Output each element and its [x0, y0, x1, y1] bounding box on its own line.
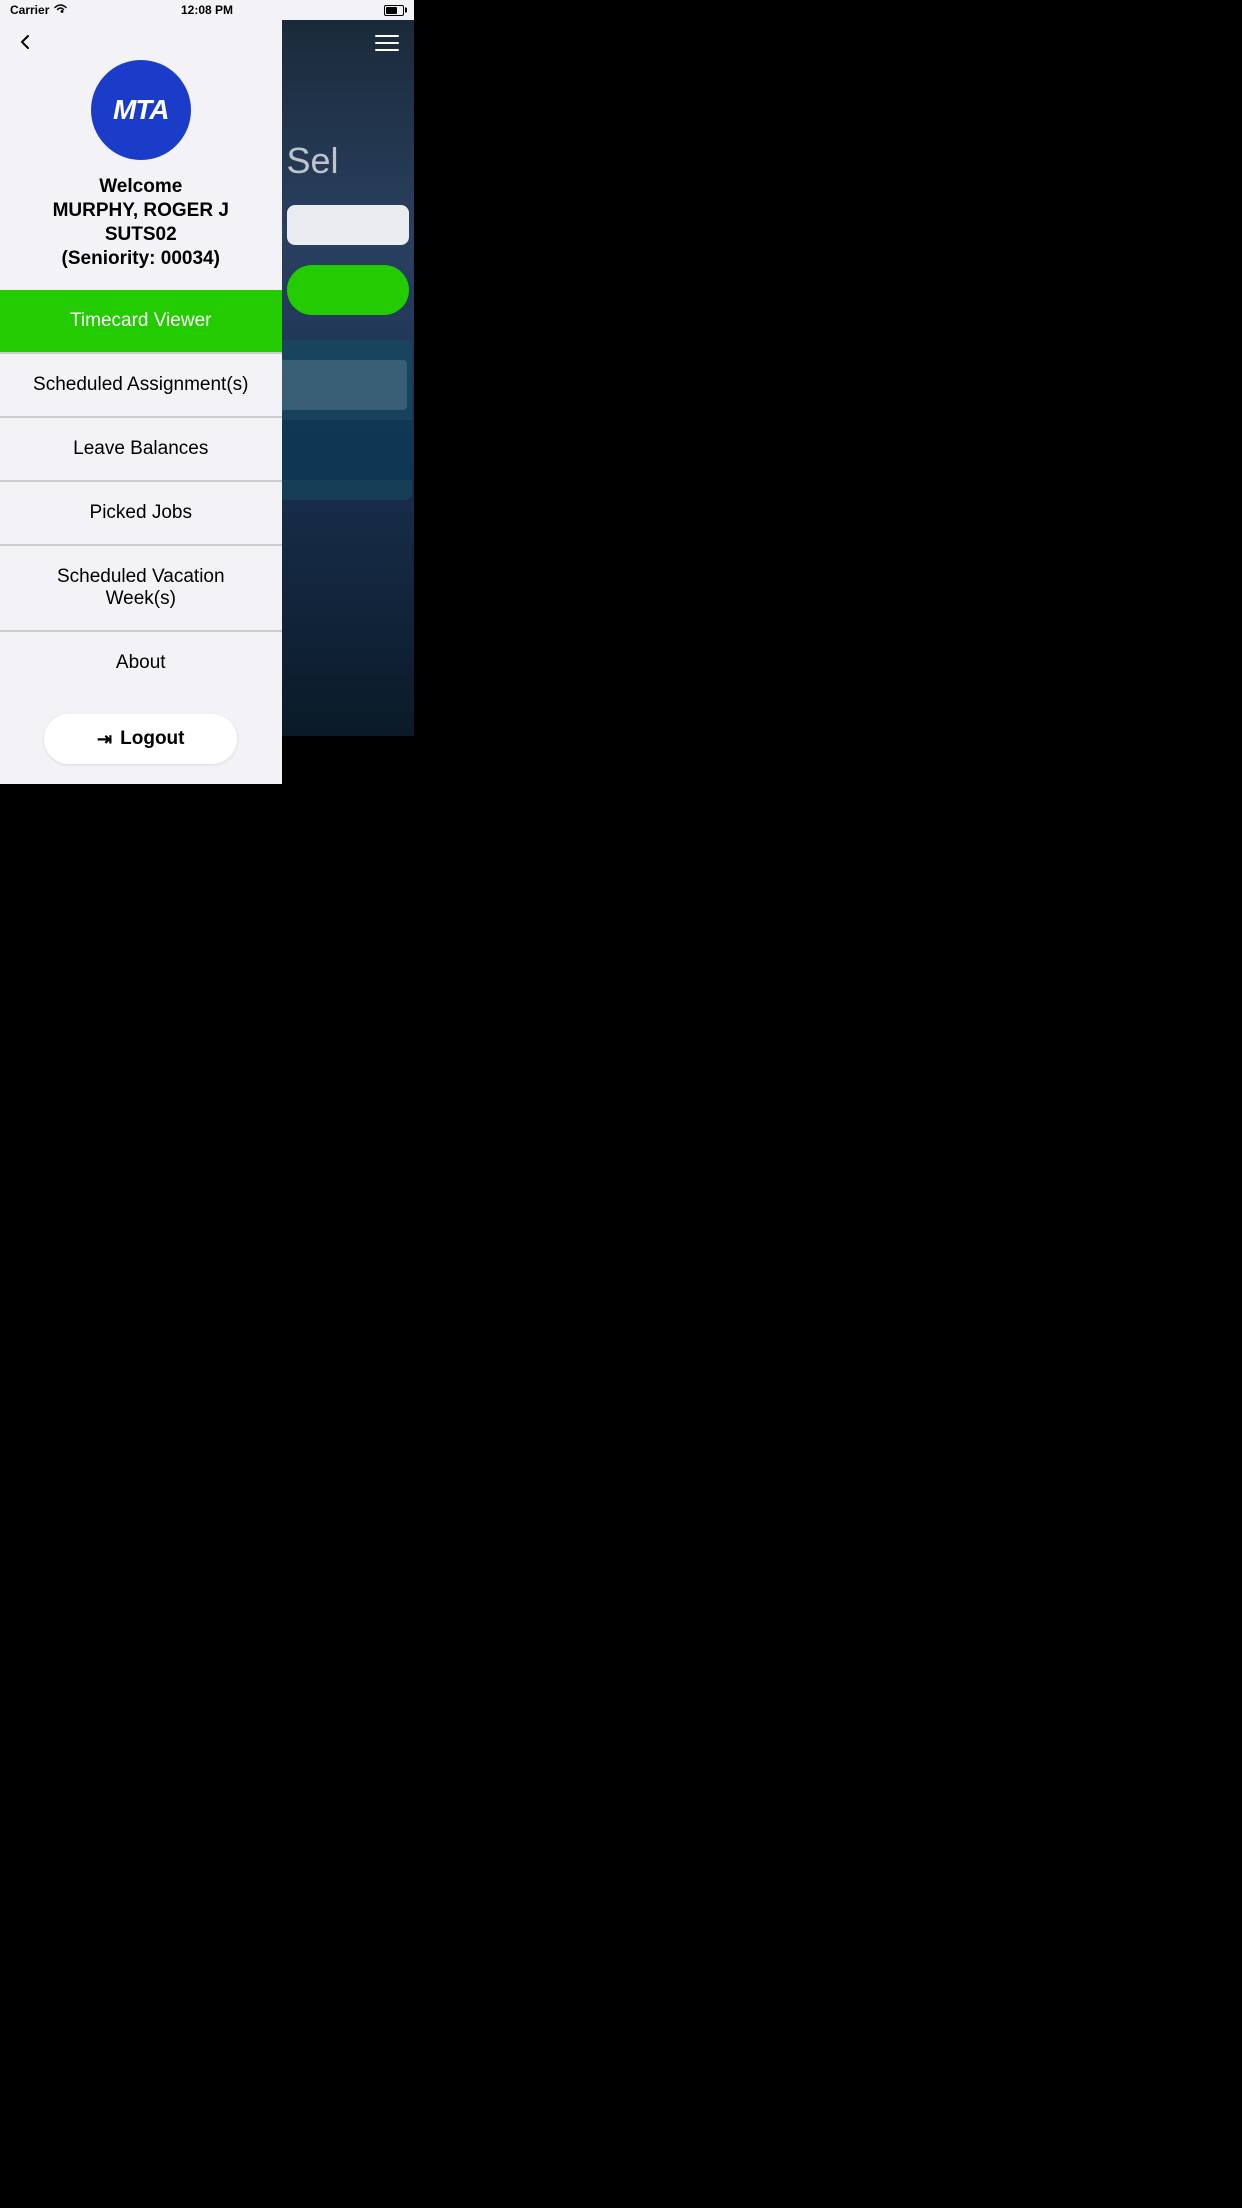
menu-line-3 [375, 49, 399, 51]
status-left: Carrier [10, 3, 68, 17]
logout-section: ⇥ Logout [0, 694, 282, 784]
main-content: Sel [282, 20, 414, 736]
status-bar: Carrier 12:08 PM [0, 0, 414, 20]
bus-lower [282, 420, 412, 480]
menu-item-picked-jobs[interactable]: Picked Jobs [0, 482, 282, 545]
menu-line-2 [375, 42, 399, 44]
bus-window-area [282, 360, 407, 410]
status-time: 12:08 PM [181, 3, 233, 17]
sidebar: MTA Welcome MURPHY, ROGER J SUTS02 (Seni… [0, 20, 282, 736]
status-right [384, 5, 404, 16]
logout-icon: ⇥ [97, 729, 112, 750]
menu-item-leave-balances[interactable]: Leave Balances [0, 418, 282, 481]
welcome-text: Welcome [99, 176, 182, 198]
menu-item-about[interactable]: About [0, 632, 282, 694]
back-button[interactable] [15, 32, 35, 58]
partial-text: Sel [287, 140, 339, 182]
menu-item-scheduled-assignments[interactable]: Scheduled Assignment(s) [0, 354, 282, 417]
user-seniority: (Seniority: 00034) [62, 248, 220, 270]
main-screen: MTA Welcome MURPHY, ROGER J SUTS02 (Seni… [0, 20, 414, 736]
mta-logo: MTA [91, 60, 191, 160]
menu-item-timecard-viewer[interactable]: Timecard Viewer [0, 290, 282, 353]
user-name: MURPHY, ROGER J [53, 200, 229, 222]
hamburger-menu[interactable] [375, 35, 399, 51]
logout-button[interactable]: ⇥ Logout [44, 714, 237, 764]
wifi-icon [53, 3, 68, 17]
battery-icon [384, 5, 404, 16]
menu-item-scheduled-vacation-weeks[interactable]: Scheduled Vacation Week(s) [0, 546, 282, 631]
logout-label: Logout [120, 728, 184, 750]
menu-line-1 [375, 35, 399, 37]
main-background: Sel [282, 20, 414, 736]
carrier-label: Carrier [10, 3, 49, 17]
partial-green-button [287, 265, 409, 315]
partial-input-box [287, 205, 409, 245]
user-header: MTA Welcome MURPHY, ROGER J SUTS02 (Seni… [0, 20, 282, 290]
menu-list: Timecard ViewerScheduled Assignment(s)Le… [0, 290, 282, 694]
user-code: SUTS02 [105, 224, 177, 246]
mta-logo-text: MTA [113, 96, 169, 124]
